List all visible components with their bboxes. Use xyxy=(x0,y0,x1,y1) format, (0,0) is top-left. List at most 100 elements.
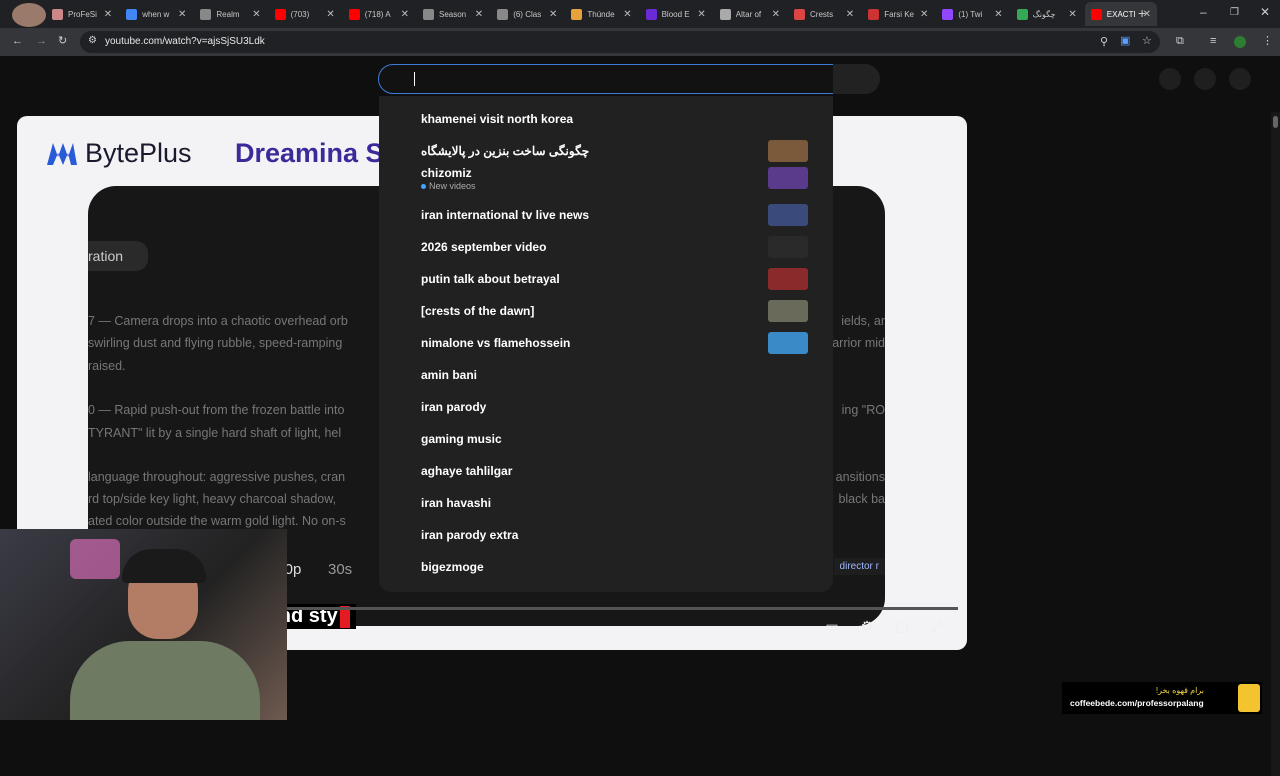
tab-close-icon[interactable]: ✕ xyxy=(623,9,631,20)
maximize-button[interactable]: ❐ xyxy=(1230,7,1239,18)
suggestion-thumbnail[interactable] xyxy=(768,332,808,354)
browser-tab[interactable]: Altar of ✕ xyxy=(714,2,786,26)
browser-tab[interactable]: (718) A ✕ xyxy=(343,2,415,26)
suggestion-item[interactable]: aghaye tahlilgar xyxy=(379,456,833,486)
page-scrollbar[interactable] xyxy=(1271,112,1280,776)
suggestion-sub: New videos xyxy=(421,181,476,191)
browser-tab[interactable]: Crests ✕ xyxy=(788,2,860,26)
product-name: Dreamina S xyxy=(235,138,384,168)
profile-avatar[interactable] xyxy=(12,3,46,27)
scrollbar-thumb[interactable] xyxy=(1273,116,1278,128)
theater-mode-icon[interactable]: ▢ xyxy=(888,618,916,638)
browser-tab[interactable]: Thúnde ✕ xyxy=(565,2,637,26)
suggestion-item[interactable]: iran international tv live news xyxy=(379,200,833,230)
text-line: TYRANT" lit by a single hard shaft of li… xyxy=(88,426,342,440)
tab-favicon-icon xyxy=(571,8,583,20)
tab-favicon-icon xyxy=(497,8,509,20)
browser-tab[interactable]: when w ✕ xyxy=(120,2,192,26)
text-line-right: ing "RO xyxy=(841,403,885,417)
suggestion-item[interactable]: iran parody xyxy=(379,392,833,422)
browser-tab[interactable]: (6) Clas ✕ xyxy=(491,2,563,26)
browser-tab[interactable]: Blood E ✕ xyxy=(640,2,712,26)
tab-close-icon[interactable]: ✕ xyxy=(178,9,186,20)
tab-title: ProFeSi xyxy=(68,9,97,19)
tab-close-icon[interactable]: ✕ xyxy=(1068,9,1076,20)
suggestion-thumbnail[interactable] xyxy=(768,268,808,290)
settings-gear-icon[interactable]: ⚙ xyxy=(853,618,881,638)
tab-close-icon[interactable]: ✕ xyxy=(920,9,928,20)
notifications-icon[interactable] xyxy=(1194,68,1216,90)
forward-icon[interactable]: → xyxy=(36,35,47,47)
browser-tab[interactable]: Season ✕ xyxy=(417,2,489,26)
account-avatar[interactable] xyxy=(1229,68,1251,90)
tab-close-icon[interactable]: ✕ xyxy=(772,9,780,20)
text-line: 0 — Rapid push-out from the frozen battl… xyxy=(88,403,345,417)
duration-label: 30s xyxy=(328,561,353,578)
donation-text: برام قهوه بخر! xyxy=(1155,686,1204,695)
address-bar[interactable]: ⚙ youtube.com/watch?v=ajsSjSU3Ldk ⚲ ▣ ☆ xyxy=(80,31,1160,53)
tab-close-icon[interactable]: ✕ xyxy=(401,9,409,20)
tab-close-icon[interactable]: ✕ xyxy=(994,9,1002,20)
site-info-icon[interactable]: ⚙ xyxy=(88,35,97,46)
donation-banner[interactable]: برام قهوه بخر! coffeebede.com/professorp… xyxy=(1062,682,1262,714)
suggestion-label: chizomiz xyxy=(421,166,472,180)
suggestion-item[interactable]: gaming music xyxy=(379,424,833,454)
video-progress-bar[interactable] xyxy=(270,607,958,610)
bookmark-star-icon[interactable]: ☆ xyxy=(1142,34,1152,47)
browser-tab[interactable]: Farsi Ke ✕ xyxy=(862,2,934,26)
suggestion-item[interactable]: [crests of the dawn] xyxy=(379,296,833,326)
close-window-button[interactable]: ✕ xyxy=(1260,5,1270,19)
extensions-icon[interactable]: ⧉ xyxy=(1176,35,1184,48)
suggestion-item[interactable]: iran parody extra xyxy=(379,520,833,550)
browser-tab[interactable]: چگونگ ✕ xyxy=(1011,2,1083,26)
search-input[interactable] xyxy=(378,64,834,94)
browser-tab[interactable]: Realm ✕ xyxy=(194,2,266,26)
tab-close-icon[interactable]: ✕ xyxy=(252,9,260,20)
translate-icon[interactable]: ▣ xyxy=(1120,34,1130,47)
suggestion-thumbnail[interactable] xyxy=(768,300,808,322)
suggestion-label: چگونگی ساخت بنزین در پالایشگاه xyxy=(421,144,590,158)
tab-close-icon[interactable]: ✕ xyxy=(549,9,557,20)
zoom-icon[interactable]: ⚲ xyxy=(1100,35,1108,48)
browser-toolbar: ← → ↻ ⚙ youtube.com/watch?v=ajsSjSU3Ldk … xyxy=(0,28,1280,56)
tab-close-icon[interactable]: ✕ xyxy=(697,9,705,20)
new-tab-button[interactable]: + xyxy=(1138,5,1146,21)
tab-close-icon[interactable]: ✕ xyxy=(326,9,334,20)
reload-icon[interactable]: ↻ xyxy=(58,34,67,47)
media-control-icon[interactable]: ≡ xyxy=(1210,35,1216,47)
suggestion-item[interactable]: 2026 september video xyxy=(379,232,833,262)
tab-close-icon[interactable]: ✕ xyxy=(475,9,483,20)
fullscreen-icon[interactable]: ⤢ xyxy=(923,618,951,638)
browser-tab[interactable]: (1) Twi ✕ xyxy=(936,2,1008,26)
donation-url: coffeebede.com/professorpalang xyxy=(1070,698,1204,708)
suggestion-item[interactable]: chizomiz New videos xyxy=(379,163,833,193)
suggestion-item[interactable]: bigezmoge xyxy=(379,552,833,582)
suggestion-label: amin bani xyxy=(421,368,478,382)
menu-icon[interactable]: ⋮ xyxy=(1262,34,1273,47)
suggestion-item[interactable]: amin bani xyxy=(379,360,833,390)
suggestion-thumbnail[interactable] xyxy=(768,167,808,189)
back-icon[interactable]: ← xyxy=(12,35,23,47)
suggestion-item[interactable]: چگونگی ساخت بنزین در پالایشگاه xyxy=(379,136,833,166)
search-button[interactable] xyxy=(833,64,880,94)
suggestion-item[interactable]: iran havashi xyxy=(379,488,833,518)
suggestion-item[interactable]: nimalone vs flamehossein xyxy=(379,328,833,358)
webcam-person-body xyxy=(70,641,260,720)
suggestion-thumbnail[interactable] xyxy=(768,204,808,226)
new-dot-icon xyxy=(421,184,426,189)
browser-tab[interactable]: (703) ✕ xyxy=(269,2,341,26)
profile-icon[interactable] xyxy=(1234,36,1246,48)
suggestion-item[interactable]: khamenei visit north korea xyxy=(379,104,833,134)
suggestion-item[interactable]: putin talk about betrayal xyxy=(379,264,833,294)
suggestion-thumbnail[interactable] xyxy=(768,236,808,258)
tab-title: Season xyxy=(439,9,467,19)
text-line: language throughout: aggressive pushes, … xyxy=(88,470,346,484)
suggestion-thumbnail[interactable] xyxy=(768,140,808,162)
create-icon[interactable] xyxy=(1159,68,1181,90)
minimize-button[interactable]: – xyxy=(1200,5,1207,19)
tab-favicon-icon xyxy=(868,8,880,20)
browser-tab[interactable]: ProFeSi ✕ xyxy=(46,2,118,26)
tab-close-icon[interactable]: ✕ xyxy=(846,9,854,20)
subtitles-icon[interactable]: ▭ xyxy=(818,618,846,638)
tab-close-icon[interactable]: ✕ xyxy=(104,9,112,20)
